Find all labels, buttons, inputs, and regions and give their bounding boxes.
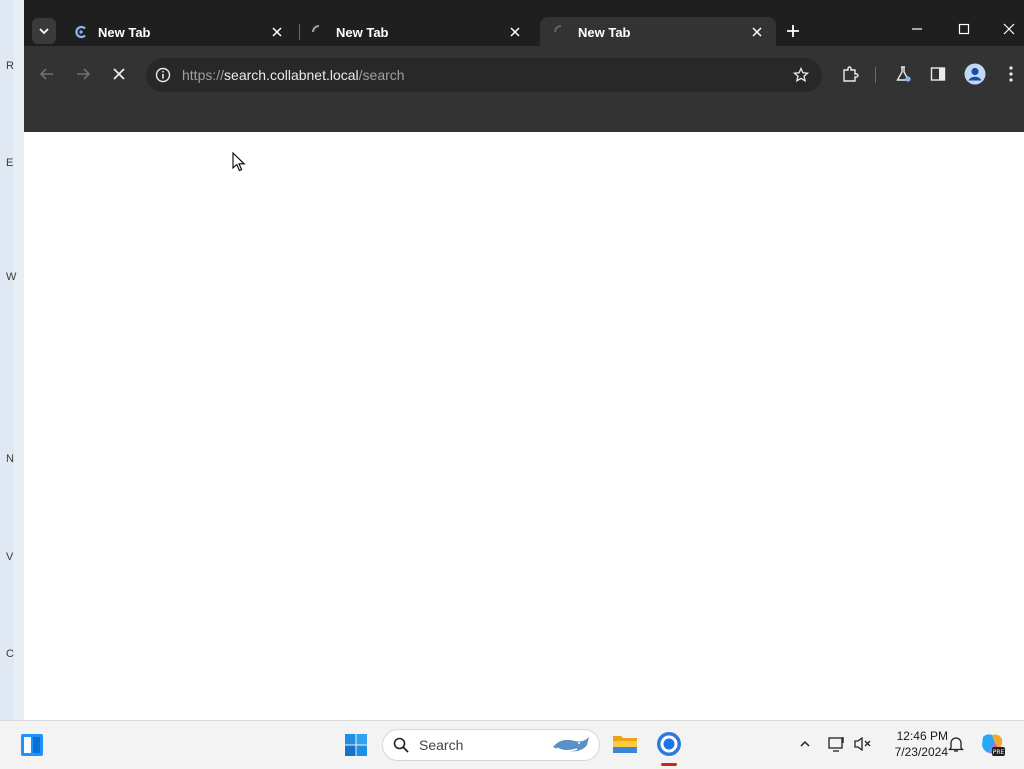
speaker-muted-icon (854, 736, 871, 752)
network-monitor-icon (828, 737, 844, 752)
browser-toolbar: https://search.collabnet.local/search (24, 46, 1024, 102)
search-label: Search (419, 737, 464, 753)
taskbar-search[interactable]: Search (382, 729, 600, 761)
arrow-right-icon (77, 68, 91, 80)
collab-logo-icon (73, 24, 89, 40)
url-path: /search (358, 67, 405, 83)
windows-logo-icon (345, 734, 367, 756)
system-clock[interactable]: 12:46 PM 7/23/2024 (876, 728, 948, 760)
url-scheme: https:// (182, 67, 225, 83)
url-text: https://search.collabnet.local/search (182, 67, 405, 83)
chrome-icon (657, 732, 681, 756)
browser-tab-active[interactable]: New Tab (540, 17, 776, 47)
flask-icon (896, 66, 911, 82)
bookmarks-bar (24, 102, 1024, 133)
url-host: search.collabnet.local (224, 67, 359, 83)
arrow-left-icon (39, 68, 53, 80)
notifications-button[interactable] (946, 734, 966, 754)
toolbar-divider (875, 67, 876, 83)
close-tab-icon[interactable] (748, 23, 766, 41)
show-hidden-icons-button[interactable] (796, 735, 814, 753)
maximize-icon (958, 23, 970, 35)
page-content[interactable] (24, 132, 1024, 720)
kebab-menu-icon (1009, 66, 1013, 82)
background-window-text: V (6, 551, 14, 563)
browser-tab[interactable]: New Tab (60, 17, 296, 47)
active-app-indicator (661, 763, 677, 766)
side-panel-icon (930, 67, 946, 81)
tab-search-button[interactable] (32, 18, 56, 44)
background-window-text: C (6, 648, 14, 660)
clock-date: 7/23/2024 (894, 745, 948, 759)
close-icon (113, 68, 125, 80)
chevron-down-icon (39, 28, 49, 35)
bell-icon (948, 737, 964, 752)
taskbar: Search 12:46 PM 7/23/2024 PRE (0, 720, 1024, 769)
volume-button[interactable] (852, 734, 874, 754)
mouse-cursor-icon (232, 152, 246, 172)
background-window-text: W (6, 271, 17, 283)
tab-title: New Tab (336, 24, 389, 40)
close-window-button[interactable] (994, 16, 1024, 42)
address-bar[interactable]: https://search.collabnet.local/search (146, 58, 822, 92)
forward-button[interactable] (71, 62, 95, 86)
profile-icon (964, 63, 986, 85)
browser-window: New Tab New Tab New Tab https://search.c… (24, 0, 1024, 720)
extensions-button[interactable] (838, 62, 862, 86)
tab-title: New Tab (98, 24, 151, 40)
star-icon[interactable] (792, 66, 810, 84)
start-button[interactable] (342, 731, 370, 759)
clock-time: 12:46 PM (896, 729, 948, 743)
labs-button[interactable] (891, 62, 915, 86)
copilot-button[interactable]: PRE (978, 730, 1006, 758)
new-tab-button[interactable] (782, 20, 804, 42)
back-button[interactable] (35, 62, 59, 86)
background-window-text: R (6, 60, 14, 72)
puzzle-icon (843, 66, 859, 82)
chrome-button[interactable] (655, 730, 683, 758)
background-window-text: E (6, 157, 14, 169)
loading-spinner-icon (553, 24, 569, 40)
browser-tab[interactable]: New Tab (298, 17, 534, 47)
close-tab-icon[interactable] (268, 23, 286, 41)
loading-spinner-icon (311, 24, 327, 40)
search-icon (393, 737, 409, 753)
info-icon[interactable] (154, 66, 172, 84)
close-icon (1003, 23, 1015, 35)
network-button[interactable] (826, 734, 848, 754)
side-panel-button[interactable] (926, 62, 950, 86)
minimize-icon (912, 28, 922, 30)
chevron-up-icon (800, 740, 810, 747)
svg-text:PRE: PRE (993, 749, 1005, 756)
folder-icon (613, 736, 637, 753)
widgets-icon (21, 734, 43, 756)
copilot-pre-icon: PRE (982, 734, 1005, 756)
minimize-button[interactable] (902, 16, 932, 42)
background-window-text: N (6, 453, 14, 465)
profile-button[interactable] (963, 62, 987, 86)
close-tab-icon[interactable] (506, 23, 524, 41)
maximize-button[interactable] (949, 16, 979, 42)
file-explorer-button[interactable] (611, 730, 639, 758)
plus-icon (787, 25, 799, 37)
tab-title: New Tab (578, 24, 631, 40)
stop-loading-button[interactable] (107, 62, 131, 86)
tab-strip: New Tab New Tab New Tab (24, 0, 1024, 47)
widgets-button[interactable] (18, 731, 46, 759)
whale-highlight-icon (553, 737, 589, 752)
menu-button[interactable] (999, 62, 1023, 86)
